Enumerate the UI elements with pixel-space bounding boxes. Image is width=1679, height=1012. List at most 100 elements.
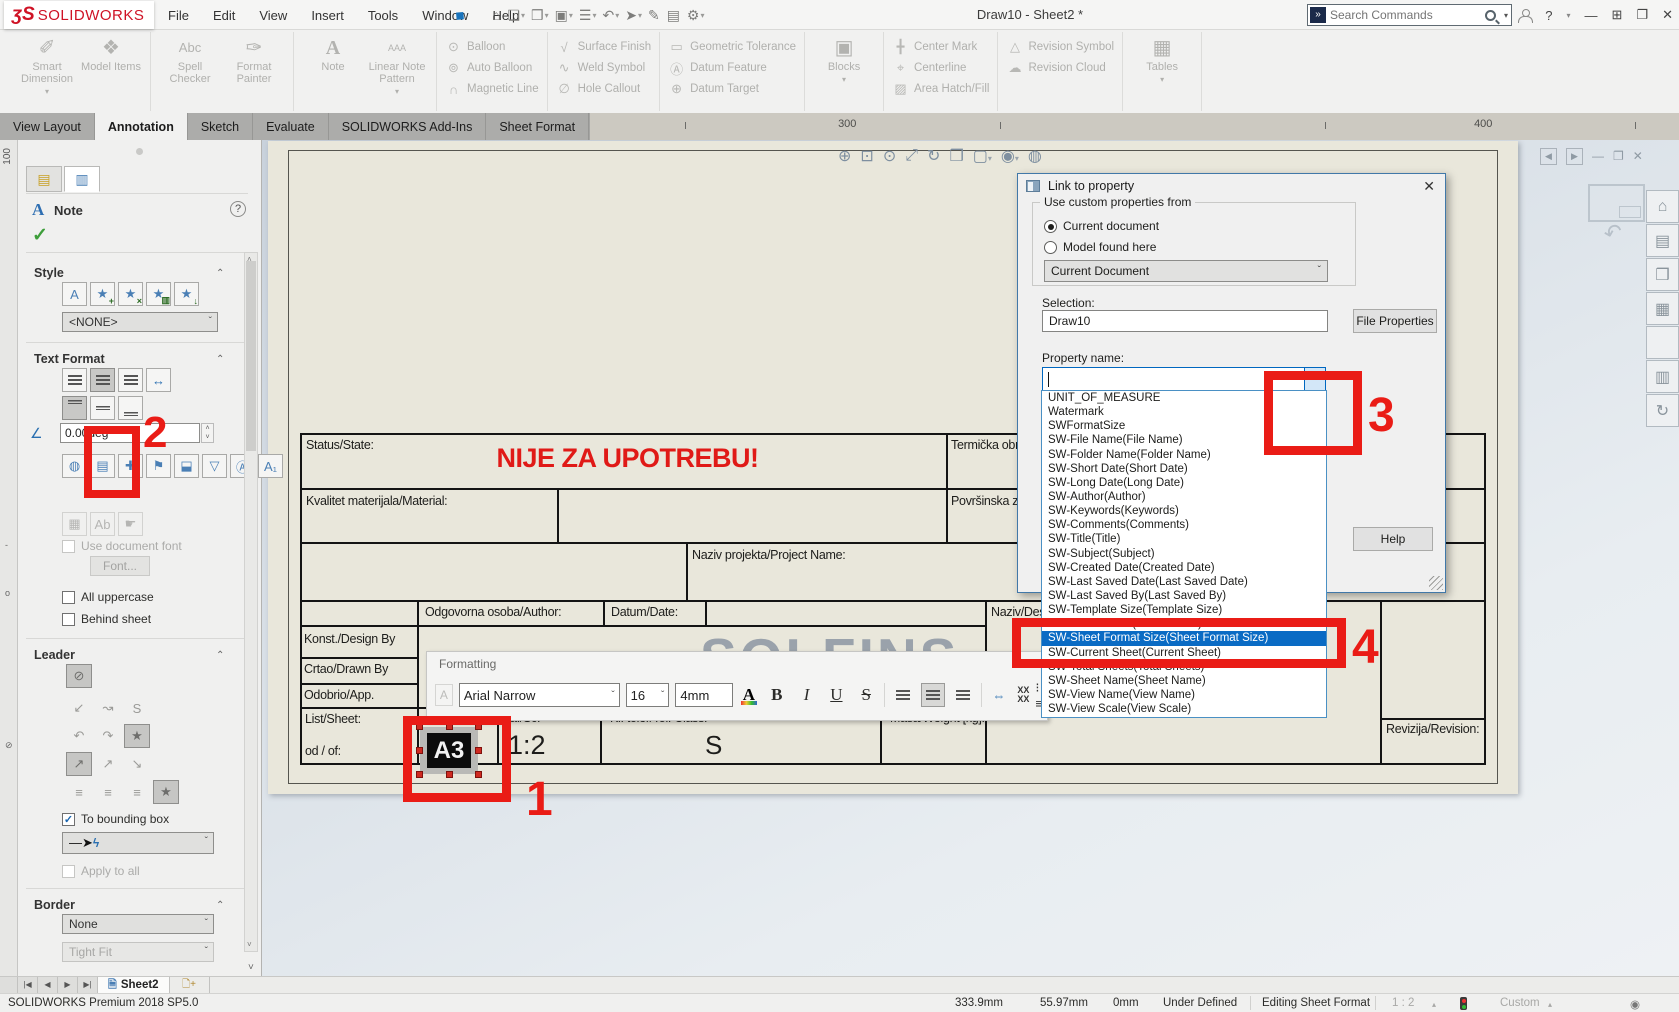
ribbon-tool-format-painter[interactable]: ✑Format Painter [223, 32, 285, 111]
ribbon-tool-blocks[interactable]: ▣Blocks▾ [813, 32, 875, 111]
ribbon-tool-datum-feature[interactable]: ⒶDatum Feature [668, 61, 796, 75]
search-commands-box[interactable]: » ▾ [1307, 4, 1512, 26]
status-units[interactable]: Custom [1500, 997, 1540, 1009]
property-list-item[interactable]: SW-Last Saved Date(Last Saved Date) [1042, 575, 1326, 589]
restore-button[interactable]: ❐ [1636, 7, 1648, 23]
strikethrough-button[interactable]: S [854, 685, 878, 705]
view-tool-button[interactable]: ▢▾ [973, 146, 992, 166]
task-pane-button[interactable]: ↻ [1646, 394, 1679, 427]
leader-style-button[interactable]: ↙ [66, 696, 92, 720]
help-button[interactable]: ? [1545, 8, 1552, 23]
property-list-item[interactable]: SW-Long Date(Long Date) [1042, 476, 1326, 490]
leader-style-button[interactable]: ↘ [124, 752, 150, 776]
search-input[interactable] [1330, 8, 1485, 22]
leader-style-button[interactable]: ≡ [124, 780, 150, 804]
ribbon-tool-centerline[interactable]: ⌖Centerline [892, 61, 989, 75]
justify-button[interactable]: ↔ [146, 368, 171, 392]
view-tool-button[interactable]: ❒ [949, 146, 963, 166]
task-pane-button[interactable]: ▦ [1646, 292, 1679, 325]
paragraph-right-button[interactable] [951, 683, 975, 707]
model-found-here-radio[interactable] [1044, 241, 1057, 254]
text-height-input[interactable]: 4mm [675, 683, 733, 707]
sheet-nav-button[interactable]: |◀ [18, 977, 38, 993]
font-family-select[interactable]: Arial Narrowˇ [459, 683, 620, 707]
font-size-select[interactable]: 16ˇ [626, 683, 670, 707]
next-sheet-button[interactable]: ▶ [1566, 148, 1583, 165]
view-tool-button[interactable]: ◍ [1028, 146, 1042, 166]
behind-sheet-checkbox[interactable]: Behind sheet [62, 612, 151, 626]
ribbon-tool-tables[interactable]: ▦Tables▾ [1131, 32, 1193, 111]
task-pane-button[interactable]: ❒ [1646, 258, 1679, 291]
ribbon-tool-magnetic-line[interactable]: ∩Magnetic Line [445, 82, 539, 96]
quick-tool-button[interactable]: ↶▾ [602, 7, 619, 24]
minimize-button[interactable]: — [1585, 8, 1598, 23]
ribbon-tool-hole-callout[interactable]: ∅Hole Callout [556, 82, 652, 96]
style-button[interactable]: A [62, 282, 87, 306]
help-button[interactable]: Help [1353, 527, 1433, 551]
command-tab[interactable]: SOLIDWORKS Add-Ins [329, 113, 487, 140]
property-list-item[interactable]: SW-Comments(Comments) [1042, 518, 1326, 532]
style-select[interactable]: <NONE>ˇ [62, 312, 218, 332]
view-tool-button[interactable]: ⊡ [860, 146, 873, 166]
collapse-icon[interactable]: ⌃ [216, 354, 224, 365]
command-tab[interactable]: Evaluate [253, 113, 329, 140]
sheet-tab-active[interactable]: 🗎Sheet2 [98, 977, 170, 993]
leader-style-button[interactable]: ↗ [66, 752, 92, 776]
ribbon-tool-revision-cloud[interactable]: ☁Revision Cloud [1006, 61, 1114, 75]
fit-text-button[interactable]: ⇔ [988, 683, 1012, 707]
ok-button[interactable]: ✓ [32, 224, 48, 247]
property-list-item[interactable]: SW-Sheet Name(Sheet Name) [1042, 674, 1326, 688]
menu-item[interactable]: View [259, 8, 287, 23]
ribbon-tool-center-mark[interactable]: ╋Center Mark [892, 40, 989, 54]
chevron-up-icon[interactable]: ▴ [1548, 1000, 1552, 1009]
ribbon-tool-geometric-tolerance[interactable]: ▭Geometric Tolerance [668, 40, 796, 54]
command-tab[interactable]: View Layout [0, 113, 95, 140]
close-button[interactable]: ✕ [1662, 7, 1673, 23]
style-button[interactable]: ★+ [90, 282, 115, 306]
quick-tool-button[interactable]: ☰▾ [579, 7, 597, 24]
italic-button[interactable]: I [795, 685, 819, 705]
text-format-button[interactable]: ⬓ [174, 454, 199, 478]
task-pane-button[interactable] [1646, 326, 1679, 359]
chevron-down-icon[interactable]: ▾ [1504, 11, 1508, 20]
property-list-item[interactable]: SW-View Scale(View Scale) [1042, 702, 1326, 716]
style-button[interactable]: ★× [118, 282, 143, 306]
property-list-item[interactable]: SW-Last Saved By(Last Saved By) [1042, 589, 1326, 603]
command-tab[interactable]: Sheet Format [486, 113, 589, 140]
chevron-down-icon[interactable]: ▾ [1567, 11, 1571, 20]
property-list-item[interactable]: SW-Keywords(Keywords) [1042, 504, 1326, 518]
view-tool-button[interactable]: ◉▾ [1001, 146, 1019, 166]
ribbon-tool-surface-finish[interactable]: √Surface Finish [556, 40, 652, 54]
restore-child-button[interactable]: ❐ [1613, 148, 1624, 165]
leader-section-header[interactable]: Leader [34, 648, 75, 662]
ribbon-tool-model-items[interactable]: ❖Model Items [80, 32, 142, 111]
text-format-button[interactable]: A₁ [258, 454, 283, 478]
view-tool-button[interactable]: ⤢ [905, 147, 918, 165]
property-list-item[interactable]: SW-Subject(Subject) [1042, 547, 1326, 561]
ribbon-tool-balloon[interactable]: ⊙Balloon [445, 40, 539, 54]
property-list-item[interactable]: SW-Title(Title) [1042, 532, 1326, 546]
align-middle-button[interactable] [90, 396, 115, 420]
panel-scrollbar[interactable]: ˄ ˅ [244, 252, 258, 952]
add-sheet-button[interactable]: 🗋+ [170, 977, 210, 993]
text-format-button[interactable]: ▽ [202, 454, 227, 478]
resize-grip[interactable] [1429, 576, 1443, 590]
style-button[interactable]: ★▥ [146, 282, 171, 306]
quick-tool-button[interactable]: ➤▾ [625, 7, 642, 24]
scroll-down-icon[interactable]: ˅ [247, 940, 252, 949]
leader-style-button[interactable]: ≡ [66, 780, 92, 804]
quick-tool-button[interactable]: ⌂ [492, 7, 501, 23]
ribbon-tool-auto-balloon[interactable]: ⊚Auto Balloon [445, 61, 539, 75]
quick-tool-button[interactable]: ✎ [648, 7, 661, 24]
document-source-select[interactable]: Current Documentˇ [1044, 260, 1328, 282]
sheet-nav-button[interactable]: ◀ [38, 977, 58, 993]
view-tool-button[interactable]: ⊙ [883, 146, 896, 166]
ribbon-tool-smart-dimension[interactable]: ✐Smart Dimension▾ [16, 32, 78, 111]
leader-style-button[interactable]: ↷ [95, 724, 121, 748]
selection-input[interactable] [1042, 310, 1328, 332]
close-icon[interactable]: ✕ [1423, 178, 1435, 195]
traffic-light-icon[interactable] [1460, 997, 1467, 1010]
minimize-child-button[interactable]: — [1592, 148, 1604, 165]
menu-item[interactable]: Edit [213, 8, 235, 23]
collapse-icon[interactable]: ⌃ [216, 268, 224, 279]
